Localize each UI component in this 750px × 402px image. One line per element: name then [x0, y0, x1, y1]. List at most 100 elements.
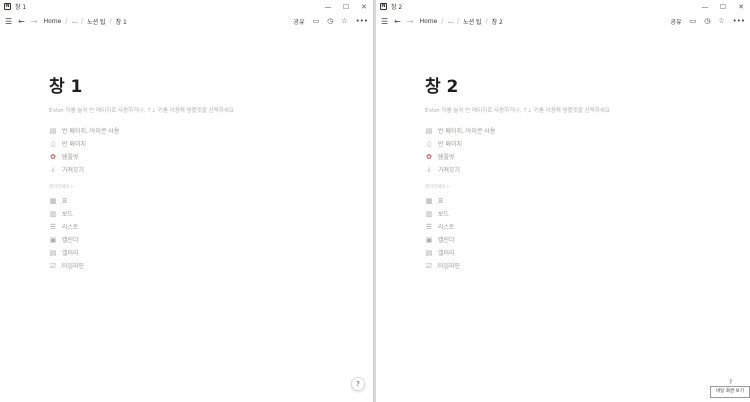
star-icon[interactable]: ☆: [341, 17, 347, 25]
board-icon: ▥: [49, 209, 57, 218]
option-page-with-icon[interactable]: ▤ 빈 페이지, 아이콘 사용: [49, 124, 363, 137]
breadcrumb-current[interactable]: 창 1: [116, 17, 127, 26]
list-icon: ☰: [425, 222, 433, 231]
option-import[interactable]: ⤓ 가져오기: [425, 163, 740, 176]
import-icon: ⤓: [427, 165, 431, 173]
empty-page-icon: ▯: [51, 139, 55, 148]
option-label: 캘린더: [438, 237, 455, 244]
comment-icon[interactable]: ▭: [313, 17, 320, 25]
toolbar-actions: 공유 ▭ ◷ ☆ •••: [663, 17, 745, 26]
option-templates[interactable]: ✿ 템플릿: [49, 150, 363, 163]
option-label: 리스트: [438, 224, 455, 231]
maximize-icon[interactable]: ☐: [714, 3, 732, 11]
calendar-icon: ▣: [49, 235, 57, 244]
option-label: 캘린더: [62, 237, 79, 244]
more-icon[interactable]: •••: [356, 17, 368, 25]
gallery-icon: ▤: [49, 248, 57, 257]
gallery-icon: ▤: [425, 248, 433, 257]
option-list[interactable]: ☰ 리스트: [425, 220, 740, 233]
table-icon: ▦: [49, 196, 57, 205]
option-label: 갤러리: [62, 250, 79, 257]
titlebar: N 창 2 — ☐ ✕: [376, 0, 750, 13]
menu-icon[interactable]: ☰: [5, 17, 12, 26]
breadcrumb: Home / ... / 노션 팁 / 창 2: [419, 17, 503, 26]
maximize-icon[interactable]: ☐: [337, 3, 355, 11]
option-timeline[interactable]: ☑ 타임라인: [425, 259, 740, 272]
page-title[interactable]: 창 1: [49, 72, 363, 97]
window-2: N 창 2 — ☐ ✕ ☰ ← → Home / ... / 노션 팁 / 창 …: [376, 0, 750, 402]
placeholder-hint: Enter 키를 눌러 빈 페이지로 사용하거나, ↑↓ 키를 이용해 템플릿을…: [49, 108, 234, 114]
option-label: 보드: [438, 211, 450, 218]
option-label: 가져오기: [62, 167, 85, 174]
option-label: 빈 페이지, 아이콘 사용: [438, 128, 496, 135]
page-content: 창 1 Enter 키를 눌러 빈 페이지로 사용하거나, ↑↓ 키를 이용해 …: [49, 72, 363, 272]
timeline-icon: ☑: [425, 261, 433, 270]
option-table[interactable]: ▦ 표: [49, 194, 363, 207]
option-label: 가져오기: [438, 167, 461, 174]
back-arrow-icon[interactable]: ←: [394, 17, 401, 26]
option-board[interactable]: ▥ 보드: [425, 207, 740, 220]
page-content: 창 2 Enter 키를 눌러 빈 페이지로 사용하거나, ↑↓ 키를 이용해 …: [425, 72, 740, 272]
option-calendar[interactable]: ▣ 캘린더: [49, 233, 363, 246]
share-button[interactable]: 공유: [294, 17, 305, 26]
breadcrumb-ellipsis[interactable]: ...: [71, 18, 77, 25]
option-board[interactable]: ▥ 보드: [49, 207, 363, 220]
comment-icon[interactable]: ▭: [690, 17, 697, 25]
clock-icon[interactable]: ◷: [704, 17, 710, 25]
option-timeline[interactable]: ☑ 타임라인: [49, 259, 363, 272]
option-calendar[interactable]: ▣ 캘린더: [425, 233, 740, 246]
page-icon: ▤: [425, 126, 433, 135]
option-empty-page[interactable]: ▯ 빈 페이지: [425, 137, 740, 150]
toolbar: ☰ ← → Home / ... / 노션 팁 / 창 2 공유 ▭ ◷ ☆ •…: [376, 13, 750, 29]
breadcrumb-parent[interactable]: 노션 팁: [87, 17, 105, 26]
share-button[interactable]: 공유: [671, 17, 682, 26]
template-icon: ✿: [426, 152, 432, 161]
minimize-icon[interactable]: —: [696, 3, 714, 11]
option-gallery[interactable]: ▤ 갤러리: [49, 246, 363, 259]
forward-arrow-icon[interactable]: →: [407, 17, 414, 26]
database-options: ▦ 표 ▥ 보드 ☰ 리스트 ▣ 캘린더 ▤ 갤러리 ☑ 타임라인: [49, 194, 363, 272]
breadcrumb-parent[interactable]: 노션 팁: [463, 17, 481, 26]
calendar-icon: ▣: [425, 235, 433, 244]
start-options: ▤ 빈 페이지, 아이콘 사용 ▯ 빈 페이지 ✿ 템플릿 ⤓ 가져오기: [425, 124, 740, 176]
window-title: 창 1: [15, 4, 27, 11]
page-icon: ▤: [49, 126, 57, 135]
option-templates[interactable]: ✿ 템플릿: [425, 150, 740, 163]
more-icon[interactable]: •••: [733, 17, 745, 25]
option-label: 템플릿: [438, 154, 455, 161]
breadcrumb: Home / ... / 노션 팁 / 창 1: [43, 17, 127, 26]
list-icon: ☰: [49, 222, 57, 231]
page-title[interactable]: 창 2: [425, 72, 740, 97]
help-button[interactable]: ?: [351, 377, 365, 391]
breadcrumb-current[interactable]: 창 2: [492, 17, 503, 26]
back-arrow-icon[interactable]: ←: [18, 17, 25, 26]
minimize-icon[interactable]: —: [319, 3, 337, 11]
show-desktop-tooltip: 바탕 화면 보기: [710, 386, 750, 398]
window-controls: — ☐ ✕: [696, 3, 750, 11]
help-button-2[interactable]: ?: [729, 379, 732, 386]
option-label: 템플릿: [62, 154, 79, 161]
star-icon[interactable]: ☆: [718, 17, 724, 25]
breadcrumb-ellipsis[interactable]: ...: [447, 18, 453, 25]
breadcrumb-home[interactable]: Home: [44, 18, 62, 25]
toolbar: ☰ ← → Home / ... / 노션 팁 / 창 1 공유 ▭ ◷ ☆ •…: [0, 13, 373, 29]
database-options: ▦ 표 ▥ 보드 ☰ 리스트 ▣ 캘린더 ▤ 갤러리 ☑ 타임라인: [425, 194, 740, 272]
board-icon: ▥: [425, 209, 433, 218]
option-label: 갤러리: [438, 250, 455, 257]
breadcrumb-home[interactable]: Home: [420, 18, 438, 25]
option-label: 표: [438, 198, 444, 205]
close-icon[interactable]: ✕: [355, 3, 373, 11]
option-gallery[interactable]: ▤ 갤러리: [425, 246, 740, 259]
forward-arrow-icon[interactable]: →: [31, 17, 38, 26]
option-import[interactable]: ⤓ 가져오기: [49, 163, 363, 176]
option-empty-page[interactable]: ▯ 빈 페이지: [49, 137, 363, 150]
option-page-with-icon[interactable]: ▤ 빈 페이지, 아이콘 사용: [425, 124, 740, 137]
option-list[interactable]: ☰ 리스트: [49, 220, 363, 233]
menu-icon[interactable]: ☰: [381, 17, 388, 26]
option-label: 표: [62, 198, 68, 205]
option-label: 타임라인: [62, 263, 85, 270]
empty-page-icon: ▯: [427, 139, 431, 148]
close-icon[interactable]: ✕: [732, 3, 750, 11]
clock-icon[interactable]: ◷: [327, 17, 333, 25]
option-table[interactable]: ▦ 표: [425, 194, 740, 207]
